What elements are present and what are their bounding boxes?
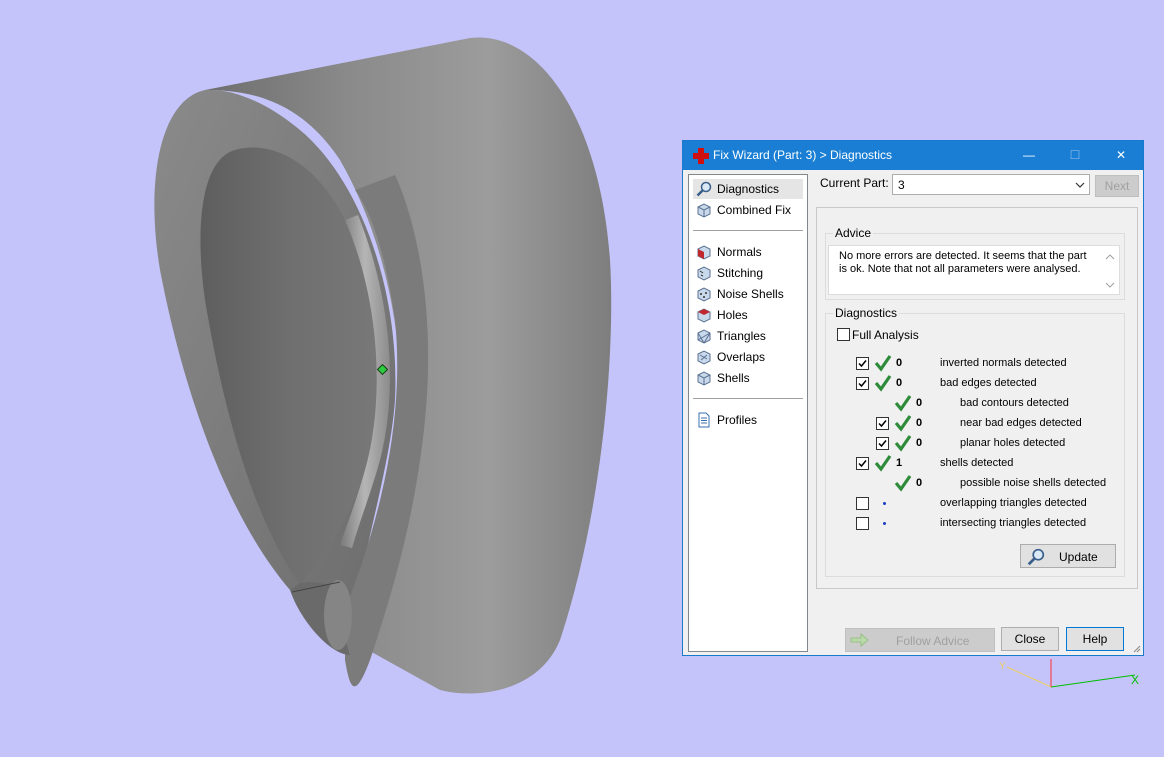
diagnostic-row-checkbox[interactable] bbox=[856, 457, 869, 470]
triangles-cube-icon bbox=[697, 329, 711, 344]
diagnostic-row-checkbox[interactable] bbox=[876, 417, 889, 430]
axis-x-label: X bbox=[1131, 673, 1139, 687]
nav-item-profiles[interactable]: Profiles bbox=[693, 410, 803, 430]
nav-item-label: Triangles bbox=[717, 329, 766, 343]
nav-item-noise-shells[interactable]: Noise Shells bbox=[693, 284, 803, 304]
fix-wizard-dialog: Fix Wizard (Part: 3) > Diagnostics — ☐ ✕… bbox=[682, 140, 1144, 656]
magnifier-icon bbox=[1027, 548, 1045, 566]
diagnostic-label: bad edges detected bbox=[940, 377, 1037, 389]
nav-divider bbox=[693, 230, 803, 231]
diagnostic-label: inverted normals detected bbox=[940, 357, 1067, 369]
nav-item-label: Profiles bbox=[717, 413, 758, 427]
nav-item-overlaps[interactable]: Overlaps bbox=[693, 347, 803, 367]
scroll-up-icon[interactable] bbox=[1105, 252, 1115, 262]
advice-text: No more errors are detected. It seems th… bbox=[839, 250, 1087, 275]
help-button[interactable]: Help bbox=[1066, 627, 1124, 651]
nav-item-label: Normals bbox=[717, 245, 762, 259]
diagnostic-count: 0 bbox=[896, 357, 903, 369]
update-button[interactable]: Update bbox=[1020, 544, 1116, 568]
nav-item-normals[interactable]: Normals bbox=[693, 242, 803, 262]
not-analysed-dot-icon bbox=[883, 502, 886, 505]
ok-check-icon bbox=[894, 415, 912, 432]
current-part-select[interactable]: 3 bbox=[892, 174, 1090, 195]
shells-cube-icon bbox=[697, 371, 711, 386]
nav-item-holes[interactable]: Holes bbox=[693, 305, 803, 325]
diagnostics-group-title: Diagnostics bbox=[833, 306, 900, 320]
window-close-button[interactable]: ✕ bbox=[1098, 141, 1144, 170]
combined-fix-icon bbox=[697, 203, 711, 218]
diagnostic-label: bad contours detected bbox=[960, 397, 1069, 409]
chevron-down-icon bbox=[1075, 182, 1085, 188]
follow-advice-button[interactable]: Follow Advice bbox=[845, 628, 995, 652]
stitching-cube-icon bbox=[697, 266, 711, 281]
nav-item-label: Shells bbox=[717, 371, 750, 385]
diagnostic-label: intersecting triangles detected bbox=[940, 517, 1087, 529]
full-analysis-label: Full Analysis bbox=[852, 328, 919, 342]
minimize-button[interactable]: — bbox=[1006, 141, 1052, 170]
nav-item-triangles[interactable]: Triangles bbox=[693, 326, 803, 346]
diagnostic-row-checkbox[interactable] bbox=[856, 377, 869, 390]
close-button[interactable]: Close bbox=[1001, 627, 1059, 651]
diagnostic-row-checkbox[interactable] bbox=[856, 497, 869, 510]
ok-check-icon bbox=[894, 395, 912, 412]
diagnostic-label: possible noise shells detected bbox=[960, 477, 1107, 489]
ok-check-icon bbox=[874, 355, 892, 372]
diagnostic-label: shells detected bbox=[940, 457, 1014, 469]
overlaps-cube-icon bbox=[697, 350, 711, 365]
diagnostic-row-checkbox[interactable] bbox=[856, 517, 869, 530]
app-cross-icon bbox=[693, 148, 709, 164]
diagnostic-count: 0 bbox=[916, 397, 923, 409]
nav-item-label: Noise Shells bbox=[717, 287, 784, 301]
resize-grip-icon[interactable] bbox=[1131, 643, 1141, 653]
full-analysis-checkbox[interactable] bbox=[837, 328, 850, 341]
nav-item-shells[interactable]: Shells bbox=[693, 368, 803, 388]
holes-cube-icon bbox=[697, 308, 711, 323]
nav-divider bbox=[693, 398, 803, 399]
arrow-right-icon bbox=[850, 632, 869, 648]
diagnostic-label: overlapping triangles detected bbox=[940, 497, 1087, 509]
dialog-title: Fix Wizard (Part: 3) > Diagnostics bbox=[713, 148, 893, 162]
advice-group-title: Advice bbox=[833, 226, 874, 240]
advice-textbox: No more errors are detected. It seems th… bbox=[828, 245, 1120, 295]
diagnostic-label: planar holes detected bbox=[960, 437, 1066, 449]
scroll-down-icon[interactable] bbox=[1105, 280, 1115, 290]
nav-item-label: Overlaps bbox=[717, 350, 766, 364]
ok-check-icon bbox=[874, 455, 892, 472]
maximize-button[interactable]: ☐ bbox=[1052, 141, 1098, 170]
nav-item-diagnostics[interactable]: Diagnostics bbox=[693, 179, 803, 199]
diagnostic-row-checkbox[interactable] bbox=[856, 357, 869, 370]
normals-cube-icon bbox=[697, 245, 711, 260]
ok-check-icon bbox=[894, 475, 912, 492]
nav-item-label: Combined Fix bbox=[717, 203, 792, 217]
current-part-value: 3 bbox=[898, 178, 905, 192]
follow-advice-label: Follow Advice bbox=[896, 634, 970, 648]
profiles-document-icon bbox=[698, 412, 710, 428]
diagnostic-count: 1 bbox=[896, 457, 903, 469]
ok-check-icon bbox=[874, 375, 892, 392]
diagnostic-count: 0 bbox=[916, 477, 923, 489]
wizard-nav-panel: Diagnostics Combined Fix Normals Stitchi… bbox=[688, 174, 808, 652]
diagnostic-count: 0 bbox=[916, 417, 923, 429]
current-part-label: Current Part: bbox=[820, 176, 889, 190]
title-bar[interactable]: Fix Wizard (Part: 3) > Diagnostics — ☐ ✕ bbox=[683, 141, 1143, 170]
nav-item-combined-fix[interactable]: Combined Fix bbox=[693, 200, 803, 220]
next-button[interactable]: Next bbox=[1095, 175, 1139, 197]
nav-item-stitching[interactable]: Stitching bbox=[693, 263, 803, 283]
nav-item-label: Diagnostics bbox=[717, 182, 780, 196]
noise-shells-cube-icon bbox=[697, 287, 711, 302]
axis-y-label: Y bbox=[999, 661, 1006, 672]
diagnostic-count: 0 bbox=[896, 377, 903, 389]
nav-item-label: Stitching bbox=[717, 266, 764, 280]
nav-item-label: Holes bbox=[717, 308, 748, 322]
ring-stub bbox=[324, 580, 352, 650]
not-analysed-dot-icon bbox=[883, 522, 886, 525]
magnifier-icon bbox=[696, 181, 712, 197]
diagnostic-count: 0 bbox=[916, 437, 923, 449]
diagnostic-row-checkbox[interactable] bbox=[876, 437, 889, 450]
ok-check-icon bbox=[894, 435, 912, 452]
axes-gizmo: X Y bbox=[999, 659, 1139, 688]
diagnostic-label: near bad edges detected bbox=[960, 417, 1082, 429]
update-button-label: Update bbox=[1059, 550, 1098, 564]
